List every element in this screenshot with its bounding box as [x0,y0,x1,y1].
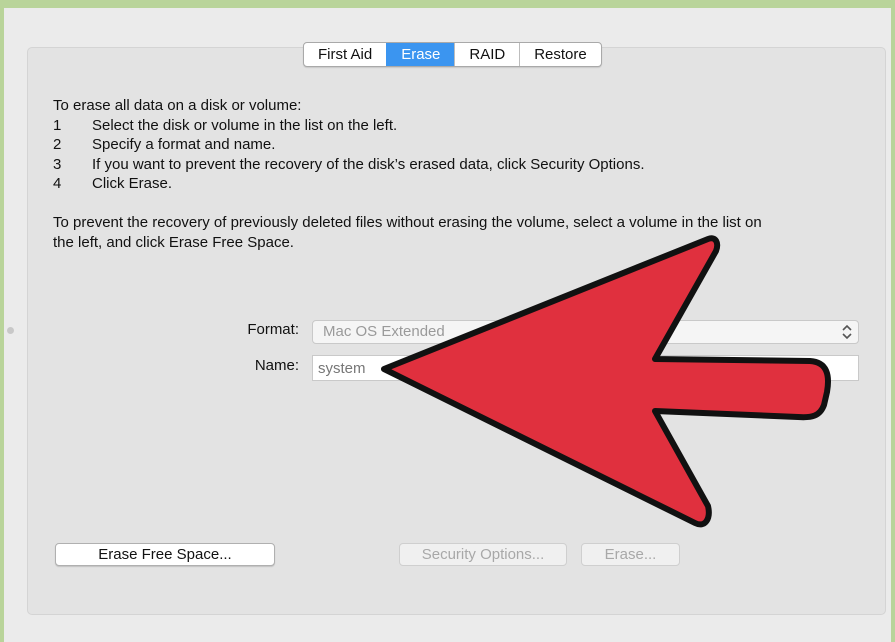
erase-free-space-button[interactable]: Erase Free Space... [55,543,275,566]
name-input[interactable]: system [312,355,859,381]
free-space-note: To prevent the recovery of previously de… [53,214,762,231]
format-value: Mac OS Extended [323,323,445,340]
tab-raid[interactable]: RAID [454,43,519,66]
step-number: 3 [53,156,62,173]
format-select[interactable]: Mac OS Extended [312,320,859,344]
name-value: system [318,360,366,377]
format-label: Format: [247,321,299,338]
instructions-intro: To erase all data on a disk or volume: [53,97,302,114]
step-number: 2 [53,136,62,153]
free-space-note: the left, and click Erase Free Space. [53,234,294,251]
tab-bar: First Aid Erase RAID Restore [303,42,602,67]
tab-first-aid[interactable]: First Aid [304,43,386,66]
erase-button[interactable]: Erase... [581,543,680,566]
step-text: Click Erase. [92,175,173,192]
step-number: 4 [53,175,62,192]
tab-restore[interactable]: Restore [519,43,601,66]
name-label: Name: [254,357,299,374]
step-text: Specify a format and name. [92,136,276,153]
chevron-updown-icon [842,324,852,340]
step-number: 1 [53,117,62,134]
tab-erase[interactable]: Erase [386,43,455,66]
window-resize-handle[interactable] [7,327,14,334]
step-text: Select the disk or volume in the list on… [92,117,398,134]
security-options-button[interactable]: Security Options... [399,543,567,566]
step-text: If you want to prevent the recovery of t… [92,156,645,173]
